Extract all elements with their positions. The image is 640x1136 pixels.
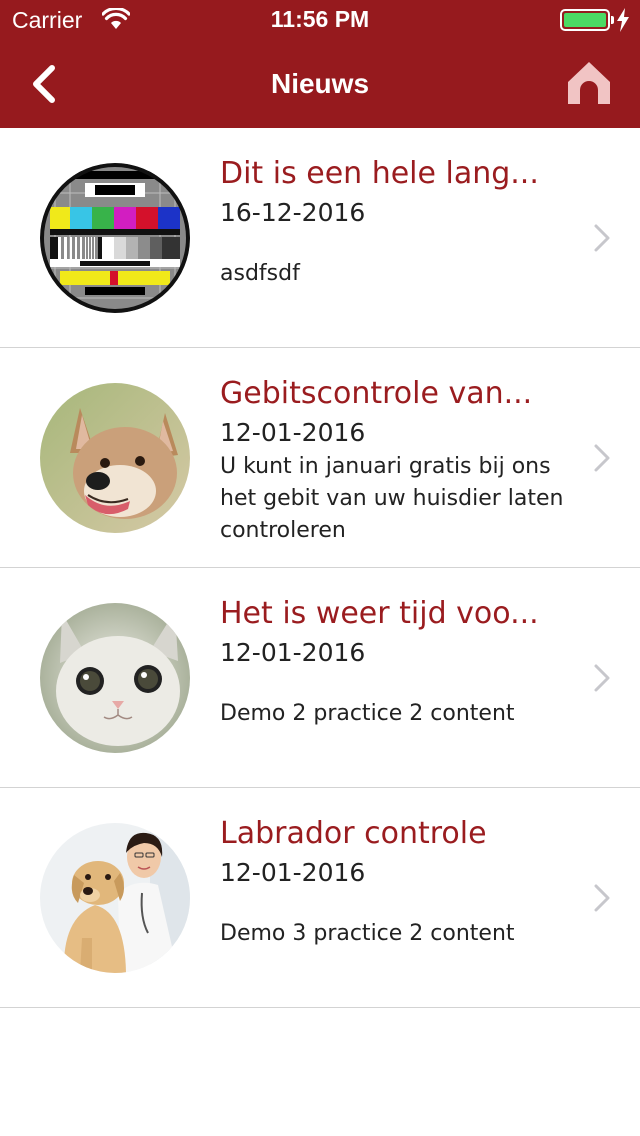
news-title: Het is weer tijd voo... [220,596,539,631]
news-description: Demo 2 practice 2 content [220,701,515,726]
home-icon[interactable] [566,60,612,106]
chevron-right-icon [594,884,610,912]
clock-label: 11:56 PM [270,6,370,32]
news-item[interactable]: Het is weer tijd voo... 12-01-2016 Demo … [0,568,640,788]
news-thumbnail-dog [40,383,190,533]
news-date: 16-12-2016 [220,198,366,227]
news-item[interactable]: Labrador controle 12-01-2016 Demo 3 prac… [0,788,640,1008]
news-item[interactable]: Dit is een hele lang... 16-12-2016 asdfs… [0,128,640,348]
back-chevron-icon[interactable] [26,62,66,106]
battery-level [564,13,606,27]
navigation-bar: Nieuws [0,40,640,128]
battery-icon [560,9,610,31]
news-description: asdfsdf [220,261,300,286]
news-title: Dit is een hele lang... [220,156,539,191]
news-date: 12-01-2016 [220,858,366,887]
news-description: U kunt in januari gratis bij ons het geb… [220,454,564,543]
status-bar: Carrier 11:56 PM [0,0,640,40]
chevron-right-icon [594,664,610,692]
chevron-right-icon [594,224,610,252]
news-date: 12-01-2016 [220,638,366,667]
news-description: Demo 3 practice 2 content [220,921,515,946]
news-title: Labrador controle [220,816,487,851]
page-title: Nieuws [270,68,370,99]
news-item[interactable]: Gebitscontrole van... 12-01-2016 U kunt … [0,348,640,568]
news-thumbnail-cat [40,603,190,753]
news-date: 12-01-2016 [220,418,366,447]
news-thumbnail-tv-test-pattern [40,163,190,313]
news-title: Gebitscontrole van... [220,376,533,411]
news-thumbnail-vet-with-labrador [40,823,190,973]
charging-bolt-icon [617,8,629,32]
chevron-right-icon [594,444,610,472]
battery-tip [611,16,614,24]
news-list: Dit is een hele lang... 16-12-2016 asdfs… [0,128,640,1008]
